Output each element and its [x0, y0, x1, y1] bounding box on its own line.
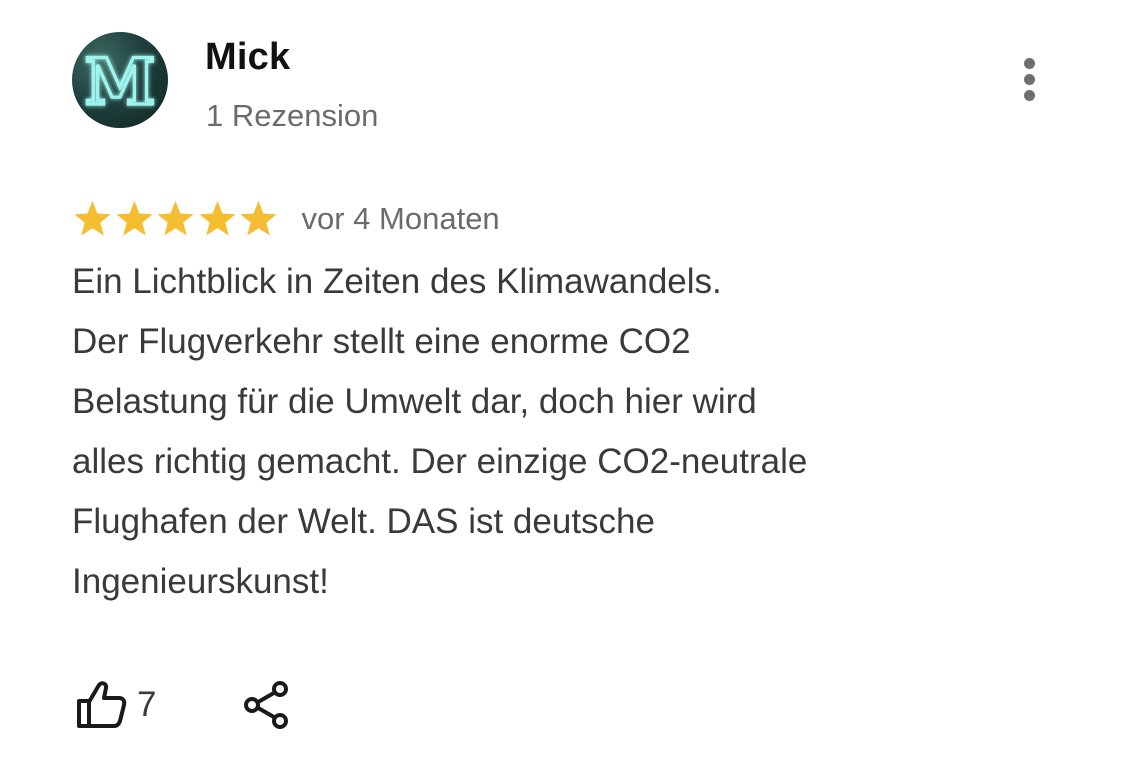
share-icon — [244, 681, 288, 729]
star-filled-icon — [240, 200, 277, 236]
star-filled-icon — [74, 200, 111, 236]
rating-row: vor 4 Monaten — [72, 194, 500, 244]
avatar-letter: M — [85, 45, 156, 120]
more-options-button[interactable] — [1010, 54, 1050, 104]
review-text-line: Belastung für die Umwelt dar, doch hier … — [72, 382, 757, 421]
avatar-image: M — [83, 43, 157, 121]
review-text-line: alles richtig gemacht. Der einzige CO2-n… — [72, 442, 808, 481]
more-vertical-icon-dot — [1024, 58, 1035, 69]
share-button[interactable] — [242, 676, 297, 736]
star-filled-icon — [115, 200, 153, 236]
review-text: Ein Lichtblick in Zeiten des Klimawandel… — [72, 252, 1002, 612]
review-date: vor 4 Monaten — [301, 201, 500, 236]
review-card: M Mick 1 Rezension vor 4 Monaten Ein Lic… — [0, 0, 1125, 777]
more-vertical-icon-dot — [1024, 90, 1035, 101]
review-text-line: Ein Lichtblick in Zeiten des Klimawandel… — [72, 262, 722, 301]
review-text-line: Ingenieurskunst! — [72, 562, 329, 601]
thumbs-up-icon — [77, 681, 127, 728]
like-count: 7 — [137, 685, 157, 724]
author-name[interactable]: Mick — [205, 36, 290, 79]
avatar[interactable]: M — [72, 32, 168, 128]
star-rating — [72, 199, 280, 240]
like-button[interactable]: 7 — [72, 676, 167, 736]
star-filled-icon — [157, 200, 194, 236]
review-text-line: Flughafen der Welt. DAS ist deutsche — [72, 502, 655, 541]
star-filled-icon — [198, 200, 236, 236]
author-review-count: 1 Rezension — [206, 98, 379, 133]
more-vertical-icon-dot — [1024, 74, 1035, 85]
review-text-line: Der Flugverkehr stellt eine enorme CO2 — [72, 322, 691, 361]
